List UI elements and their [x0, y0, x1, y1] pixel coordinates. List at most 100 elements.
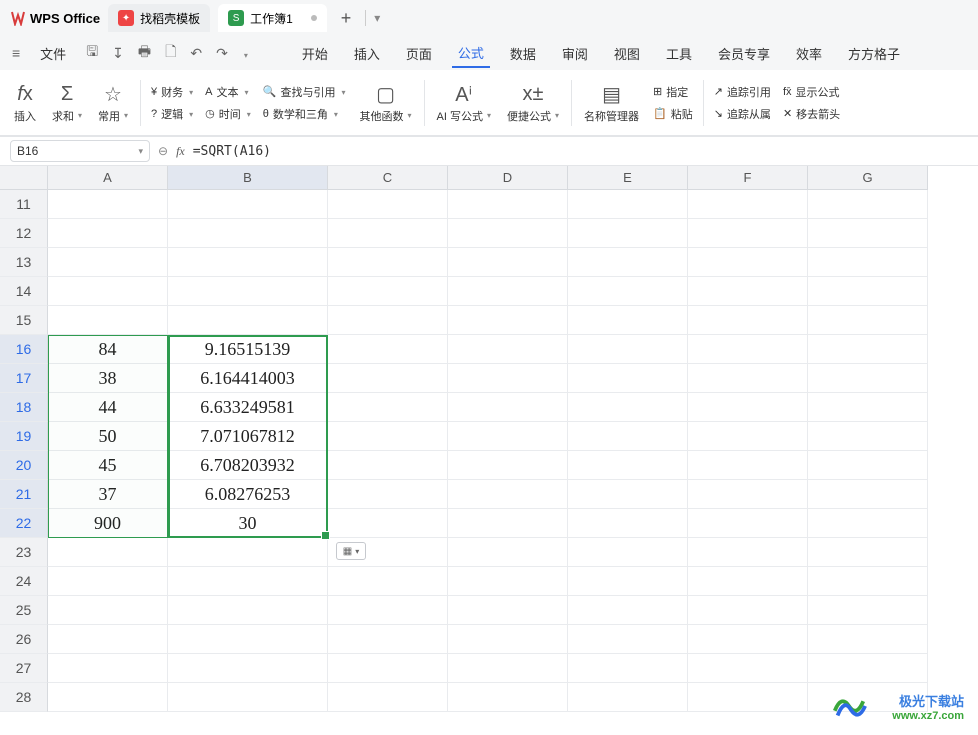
cancel-icon[interactable]: ⊖ [158, 144, 168, 158]
cell-D11[interactable] [448, 190, 568, 219]
cell-B22[interactable]: 30 [168, 509, 328, 538]
select-all-corner[interactable] [0, 166, 48, 190]
export-icon[interactable]: ↧ [112, 45, 124, 62]
cell-E28[interactable] [568, 683, 688, 712]
col-C[interactable]: C [328, 166, 448, 190]
cell-D16[interactable] [448, 335, 568, 364]
cell-D20[interactable] [448, 451, 568, 480]
menu-review[interactable]: 审阅 [556, 40, 594, 67]
cell-G22[interactable] [808, 509, 928, 538]
cell-E14[interactable] [568, 277, 688, 306]
cell-E18[interactable] [568, 393, 688, 422]
row-27[interactable]: 27 [0, 654, 48, 683]
cell-F28[interactable] [688, 683, 808, 712]
tab-template[interactable]: ✦ 找稻壳模板 [108, 4, 210, 32]
cell-D27[interactable] [448, 654, 568, 683]
row-16[interactable]: 16 [0, 335, 48, 364]
cell-B24[interactable] [168, 567, 328, 596]
col-F[interactable]: F [688, 166, 808, 190]
cell-A24[interactable] [48, 567, 168, 596]
cell-G14[interactable] [808, 277, 928, 306]
cell-F21[interactable] [688, 480, 808, 509]
menu-view[interactable]: 视图 [608, 40, 646, 67]
cell-B18[interactable]: 6.633249581 [168, 393, 328, 422]
cell-A15[interactable] [48, 306, 168, 335]
cell-B27[interactable] [168, 654, 328, 683]
col-G[interactable]: G [808, 166, 928, 190]
cell-G21[interactable] [808, 480, 928, 509]
cell-A21[interactable]: 37 [48, 480, 168, 509]
cell-B11[interactable] [168, 190, 328, 219]
row-28[interactable]: 28 [0, 683, 48, 712]
insert-fn-button[interactable]: fx插入 [6, 70, 44, 135]
cell-C21[interactable] [328, 480, 448, 509]
cell-B26[interactable] [168, 625, 328, 654]
menu-data[interactable]: 数据 [504, 40, 542, 67]
hamburger-icon[interactable]: ≡ [12, 45, 20, 61]
row-12[interactable]: 12 [0, 219, 48, 248]
cell-G23[interactable] [808, 538, 928, 567]
cell-C13[interactable] [328, 248, 448, 277]
cell-G26[interactable] [808, 625, 928, 654]
cell-B17[interactable]: 6.164414003 [168, 364, 328, 393]
cell-F19[interactable] [688, 422, 808, 451]
row-13[interactable]: 13 [0, 248, 48, 277]
cell-B16[interactable]: 9.16515139 [168, 335, 328, 364]
menu-ffgz[interactable]: 方方格子 [842, 40, 906, 67]
formula-input[interactable]: =SQRT(A16) [193, 144, 968, 159]
cell-G24[interactable] [808, 567, 928, 596]
cell-C27[interactable] [328, 654, 448, 683]
cell-E25[interactable] [568, 596, 688, 625]
chevron-down-icon[interactable]: ▾ [374, 11, 380, 25]
cell-F27[interactable] [688, 654, 808, 683]
trace-ref-button[interactable]: ↗追踪引用 [714, 84, 771, 100]
row-17[interactable]: 17 [0, 364, 48, 393]
cell-D14[interactable] [448, 277, 568, 306]
cell-G15[interactable] [808, 306, 928, 335]
cell-F17[interactable] [688, 364, 808, 393]
cell-B14[interactable] [168, 277, 328, 306]
cell-C26[interactable] [328, 625, 448, 654]
cell-A11[interactable] [48, 190, 168, 219]
finance-button[interactable]: ¥财务 [151, 84, 193, 100]
row-11[interactable]: 11 [0, 190, 48, 219]
redo-icon[interactable]: ↷ [216, 45, 228, 62]
col-B[interactable]: B [168, 166, 328, 190]
cell-G12[interactable] [808, 219, 928, 248]
cell-A16[interactable]: 84 [48, 335, 168, 364]
cell-B21[interactable]: 6.08276253 [168, 480, 328, 509]
name-box[interactable]: B16 ▾ [10, 140, 150, 162]
cell-G19[interactable] [808, 422, 928, 451]
cell-E11[interactable] [568, 190, 688, 219]
cell-A12[interactable] [48, 219, 168, 248]
cell-A17[interactable]: 38 [48, 364, 168, 393]
cell-B25[interactable] [168, 596, 328, 625]
cell-C16[interactable] [328, 335, 448, 364]
cell-A19[interactable]: 50 [48, 422, 168, 451]
cell-E15[interactable] [568, 306, 688, 335]
row-26[interactable]: 26 [0, 625, 48, 654]
cell-F23[interactable] [688, 538, 808, 567]
other-fn-button[interactable]: ▢其他函数 [352, 70, 420, 135]
cell-B23[interactable] [168, 538, 328, 567]
cell-G25[interactable] [808, 596, 928, 625]
menu-start[interactable]: 开始 [296, 40, 334, 67]
cell-A26[interactable] [48, 625, 168, 654]
cell-F15[interactable] [688, 306, 808, 335]
cell-G17[interactable] [808, 364, 928, 393]
cell-A27[interactable] [48, 654, 168, 683]
menu-page[interactable]: 页面 [400, 40, 438, 67]
cell-F16[interactable] [688, 335, 808, 364]
fx-icon[interactable]: fx [176, 144, 185, 159]
cell-E13[interactable] [568, 248, 688, 277]
col-D[interactable]: D [448, 166, 568, 190]
cell-E19[interactable] [568, 422, 688, 451]
name-manager-button[interactable]: ▤名称管理器 [576, 70, 647, 135]
file-menu[interactable]: 文件 [34, 40, 72, 67]
cell-D22[interactable] [448, 509, 568, 538]
menu-member[interactable]: 会员专享 [712, 40, 776, 67]
cell-G27[interactable] [808, 654, 928, 683]
remove-arrow-button[interactable]: ✕移去箭头 [783, 106, 840, 122]
cell-B19[interactable]: 7.071067812 [168, 422, 328, 451]
cell-D25[interactable] [448, 596, 568, 625]
